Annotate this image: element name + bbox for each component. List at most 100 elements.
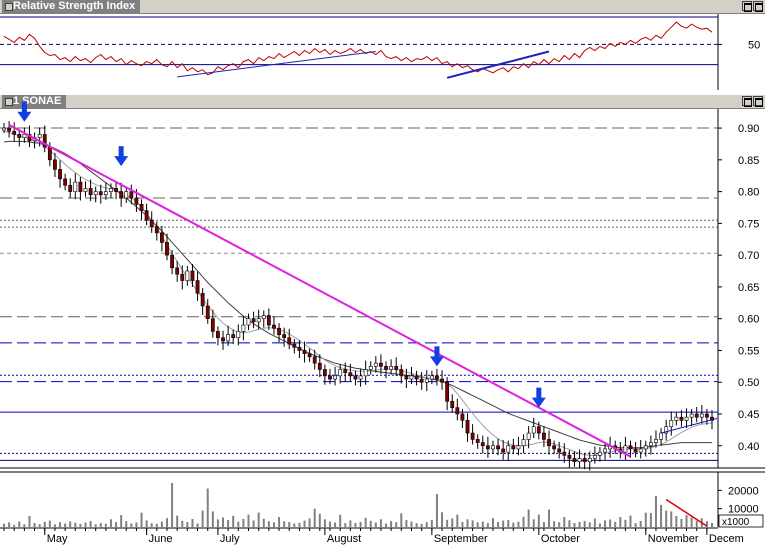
rsi-tick-label: 50 <box>748 39 760 51</box>
candle-body <box>103 191 108 196</box>
volume-unit-label: x1000 <box>722 517 750 528</box>
candle-body <box>440 378 444 383</box>
candle-body <box>643 445 648 450</box>
candle-body <box>88 188 93 196</box>
candle-body <box>603 448 607 453</box>
candle-body <box>266 315 271 326</box>
chart-canvas: 50 0.900.850.800.750.700.650.600.550.500… <box>0 14 765 545</box>
candle-body <box>659 432 663 440</box>
candle-body <box>180 273 185 281</box>
candle-body <box>648 442 653 447</box>
candle-body <box>455 407 460 415</box>
candle-body <box>684 416 689 421</box>
candle-body <box>190 270 195 281</box>
candle-body <box>129 191 134 199</box>
candle-body <box>409 375 414 380</box>
candle-body <box>496 445 500 450</box>
price-tick-label: 0.85 <box>738 155 759 167</box>
down-arrow-shaft <box>536 387 542 399</box>
candle-body <box>73 181 78 192</box>
month-label: June <box>149 533 173 545</box>
candle-body <box>424 378 429 383</box>
candle-body <box>282 334 287 339</box>
candle-body <box>705 413 709 418</box>
candle-body <box>429 375 434 380</box>
month-label: August <box>327 533 361 545</box>
candle-body <box>348 372 353 377</box>
candle-body <box>124 191 129 199</box>
down-arrow-shaft <box>21 101 27 113</box>
candle-body <box>63 178 68 186</box>
price-tick-label: 0.90 <box>738 123 759 135</box>
candle-body <box>419 378 424 383</box>
candle-body <box>654 439 658 443</box>
price-tick-label: 0.55 <box>738 345 759 357</box>
price-tick-label: 0.45 <box>738 409 759 421</box>
candle-body <box>450 400 455 408</box>
volume-plot-area <box>0 472 718 527</box>
candle-body <box>322 369 327 377</box>
candle-body <box>633 448 638 453</box>
down-arrow-shaft <box>434 346 440 358</box>
candle-body <box>53 159 57 170</box>
month-label: September <box>434 533 488 545</box>
candle-body <box>98 191 103 196</box>
candle-body <box>470 432 475 440</box>
candle-body <box>404 375 409 380</box>
candle-body <box>399 369 404 377</box>
candle-body <box>165 242 169 256</box>
candle-body <box>307 353 312 358</box>
candle-body <box>333 375 337 380</box>
candle-body <box>542 432 546 440</box>
candle-body <box>567 454 572 459</box>
rsi-chart: 50 <box>0 14 760 90</box>
candle-body <box>592 454 597 459</box>
candle-body <box>598 451 602 456</box>
candle-body <box>674 416 679 421</box>
candle-body <box>638 448 643 453</box>
month-label: May <box>47 533 68 545</box>
candle-body <box>231 334 236 339</box>
price-tick-label: 0.60 <box>738 314 759 326</box>
candle-body <box>272 324 276 329</box>
candle-body <box>139 204 144 211</box>
candle-body <box>557 448 562 453</box>
month-label: July <box>220 533 240 545</box>
candle-body <box>277 327 281 335</box>
candle-body <box>460 413 465 421</box>
candle-body <box>22 134 27 138</box>
candle-body <box>521 439 526 447</box>
candle-body <box>699 413 704 418</box>
candle-body <box>669 420 674 427</box>
candle-body <box>587 458 592 462</box>
candle-body <box>531 426 536 434</box>
price-tick-label: 0.80 <box>738 187 759 199</box>
month-label: Decem <box>709 533 744 545</box>
candle-body <box>47 146 52 161</box>
price-tick-label: 0.70 <box>738 250 759 262</box>
candle-body <box>623 445 628 453</box>
candle-body <box>144 210 149 221</box>
candle-body <box>58 169 62 180</box>
candle-body <box>292 343 297 348</box>
candle-body <box>394 366 399 370</box>
candle-body <box>338 369 343 377</box>
rsi-plot-area <box>0 14 718 90</box>
candle-body <box>368 366 373 370</box>
down-arrow-shaft <box>118 146 124 158</box>
candle-body <box>445 381 450 402</box>
candle-body <box>465 420 470 434</box>
candle-body <box>435 375 439 380</box>
candle-body <box>37 134 42 138</box>
candle-body <box>256 318 261 323</box>
candle-body <box>216 331 220 339</box>
candle-body <box>251 318 256 323</box>
candle-body <box>511 445 516 450</box>
candle-body <box>414 375 419 380</box>
candle-body <box>119 191 124 199</box>
month-label: November <box>648 533 699 545</box>
candle-body <box>312 356 317 364</box>
price-tick-label: 0.40 <box>738 441 759 453</box>
candle-body <box>480 442 485 447</box>
candle-body <box>536 426 541 434</box>
